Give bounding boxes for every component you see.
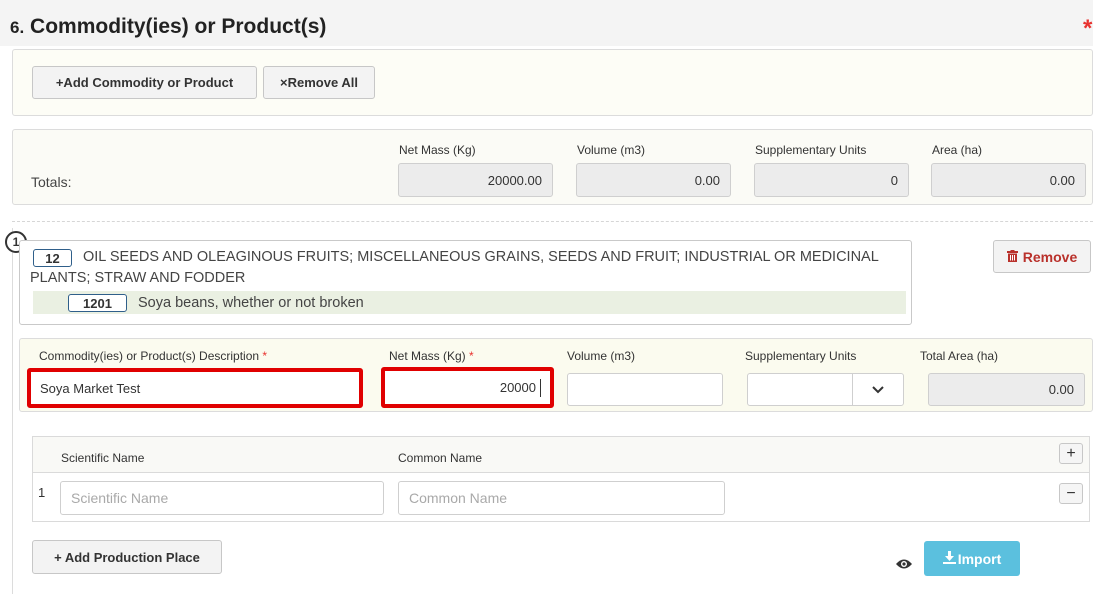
eye-icon[interactable] (895, 557, 913, 569)
required-indicator: * (1083, 15, 1093, 42)
trash-icon (1006, 249, 1018, 265)
remove-species-row-button[interactable]: − (1059, 483, 1083, 504)
supplementary-label: Supplementary Units (745, 349, 857, 363)
scientific-name-header: Scientific Name (61, 451, 145, 465)
heading-code-badge: 1201 (68, 294, 127, 312)
volume-input[interactable] (567, 373, 723, 406)
totals-volume-value: 0.00 (576, 163, 731, 197)
import-label: Import (957, 550, 1002, 567)
section-number: 6. (10, 18, 25, 37)
remove-item-button[interactable]: Remove (993, 240, 1091, 273)
totals-supplementary-value: 0 (754, 163, 909, 197)
net-mass-value: 20000 (499, 380, 536, 395)
totals-area-header: Area (ha) (932, 143, 983, 157)
totals-volume-header: Volume (m3) (577, 143, 646, 157)
text-cursor (540, 378, 541, 397)
chapter-description: OIL SEEDS AND OLEAGINOUS FRUITS; MISCELL… (30, 247, 900, 289)
supplementary-units-input[interactable] (747, 373, 853, 406)
remove-all-button[interactable]: ×Remove All (263, 66, 375, 99)
remove-item-label: Remove (1022, 248, 1078, 265)
totals-net-mass-header: Net Mass (Kg) (399, 143, 476, 157)
chapter-text: OIL SEEDS AND OLEAGINOUS FRUITS; MISCELL… (30, 249, 879, 286)
scientific-name-input[interactable]: Scientific Name (60, 481, 384, 515)
common-name-placeholder: Common Name (409, 490, 508, 506)
totals-supplementary-header: Supplementary Units (755, 143, 867, 157)
total-area-label: Total Area (ha) (920, 349, 999, 363)
species-table-header (33, 437, 1089, 473)
add-commodity-button[interactable]: +Add Commodity or Product (32, 66, 257, 99)
net-mass-input[interactable]: 20000 (381, 367, 554, 408)
total-area-value: 0.00 (928, 373, 1085, 406)
supplementary-units-dropdown[interactable] (852, 373, 904, 406)
totals-label: Totals: (31, 174, 72, 190)
common-name-header: Common Name (398, 451, 483, 465)
common-name-input[interactable]: Common Name (398, 481, 725, 515)
section-title: Commodity(ies) or Product(s) (30, 15, 327, 38)
add-production-place-button[interactable]: + Add Production Place (32, 540, 222, 574)
add-species-row-button[interactable]: + (1059, 443, 1083, 464)
species-row-index: 1 (38, 485, 46, 500)
download-icon (942, 550, 956, 567)
totals-area-value: 0.00 (931, 163, 1086, 197)
import-button[interactable]: Import (924, 541, 1020, 576)
separator (12, 221, 1093, 222)
page-title: 6. Commodity(ies) or Product(s) (10, 15, 326, 39)
totals-net-mass-value: 20000.00 (398, 163, 553, 197)
chevron-down-icon (872, 382, 884, 397)
description-label: Commodity(ies) or Product(s) Description… (39, 349, 268, 363)
heading-description: Soya beans, whether or not broken (138, 295, 364, 311)
net-mass-label: Net Mass (Kg) * (389, 349, 474, 363)
description-input[interactable]: Soya Market Test (27, 368, 363, 408)
scientific-name-placeholder: Scientific Name (71, 490, 169, 506)
volume-label: Volume (m3) (567, 349, 636, 363)
